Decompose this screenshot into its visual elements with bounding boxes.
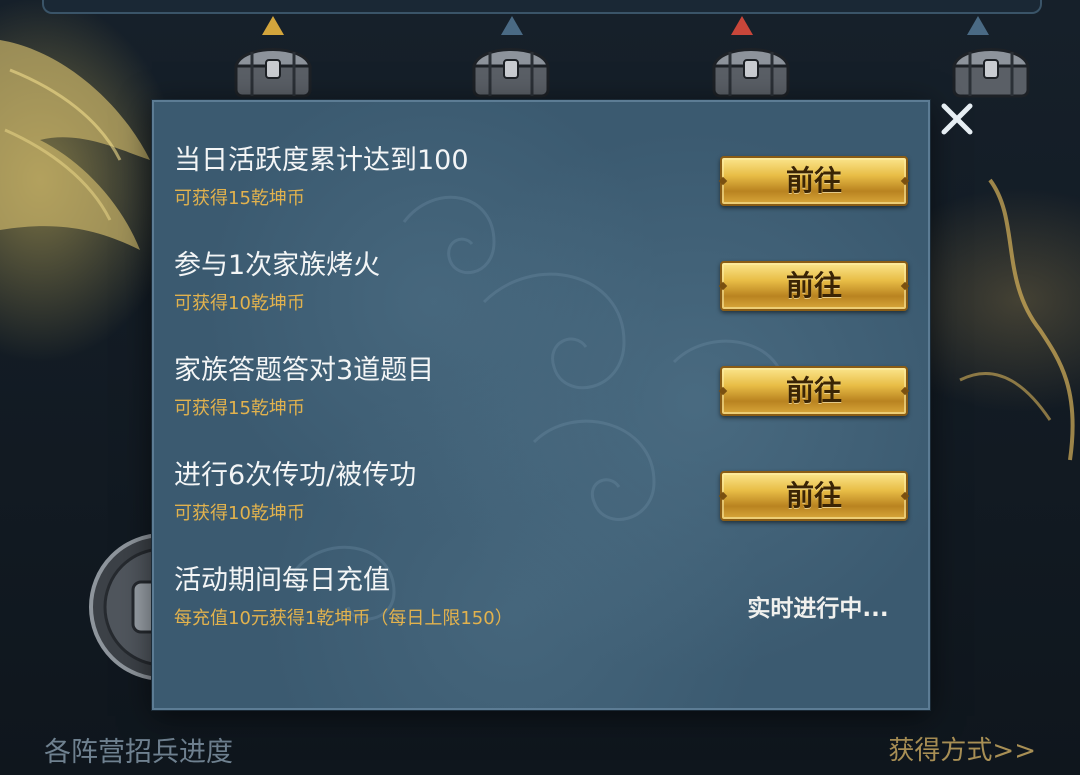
progress-marker-blue: [501, 16, 523, 35]
how-to-obtain-link[interactable]: 获得方式>>: [888, 730, 1036, 767]
go-button[interactable]: 前往: [718, 471, 910, 521]
treasure-chest-icon[interactable]: [232, 42, 314, 100]
task-item: 活动期间每日充值 每充值10元获得1乾坤币（每日上限150）: [174, 564, 734, 631]
go-button-label: 前往: [785, 164, 842, 197]
task-item: 家族答题答对3道题目 可获得15乾坤币: [174, 354, 734, 421]
task-title: 家族答题答对3道题目: [174, 355, 435, 386]
treasure-chest-icon[interactable]: [470, 42, 552, 100]
recruit-progress-label: 各阵营招兵进度: [44, 737, 233, 768]
task-dialog: 当日活跃度累计达到100 可获得15乾坤币 前往 参与1次家族烤火 可获得10乾…: [152, 100, 930, 710]
golden-creature-art: [0, 40, 150, 250]
task-title: 参与1次家族烤火: [174, 250, 381, 281]
task-item: 参与1次家族烤火 可获得10乾坤币: [174, 249, 734, 316]
golden-dragon-art: [959, 178, 1075, 461]
progress-marker-blue: [967, 16, 989, 35]
task-reward: 每充值10元获得1乾坤币（每日上限150）: [174, 608, 513, 629]
task-reward: 可获得10乾坤币: [174, 503, 305, 524]
task-reward: 可获得10乾坤币: [174, 293, 305, 314]
go-button[interactable]: 前往: [718, 261, 910, 311]
task-title: 当日活跃度累计达到100: [174, 145, 469, 176]
task-reward: 可获得15乾坤币: [174, 398, 305, 419]
task-reward: 可获得15乾坤币: [174, 188, 305, 209]
task-item: 当日活跃度累计达到100 可获得15乾坤币: [174, 144, 734, 211]
go-button[interactable]: 前往: [718, 156, 910, 206]
task-item: 进行6次传功/被传功 可获得10乾坤币: [174, 459, 734, 526]
go-button[interactable]: 前往: [718, 366, 910, 416]
go-button-label: 前往: [785, 269, 842, 302]
progress-marker-red: [731, 16, 753, 35]
go-button-label: 前往: [785, 479, 842, 512]
top-progress-frame: [42, 0, 1042, 14]
task-title: 活动期间每日充值: [174, 565, 390, 596]
task-title: 进行6次传功/被传功: [174, 460, 417, 491]
treasure-chest-icon[interactable]: [710, 42, 792, 100]
go-button-label: 前往: [785, 374, 842, 407]
treasure-chest-icon[interactable]: [950, 42, 1032, 100]
close-icon[interactable]: [934, 96, 980, 142]
progress-marker-gold: [262, 16, 284, 35]
in-progress-status: 实时进行中...: [747, 596, 889, 622]
